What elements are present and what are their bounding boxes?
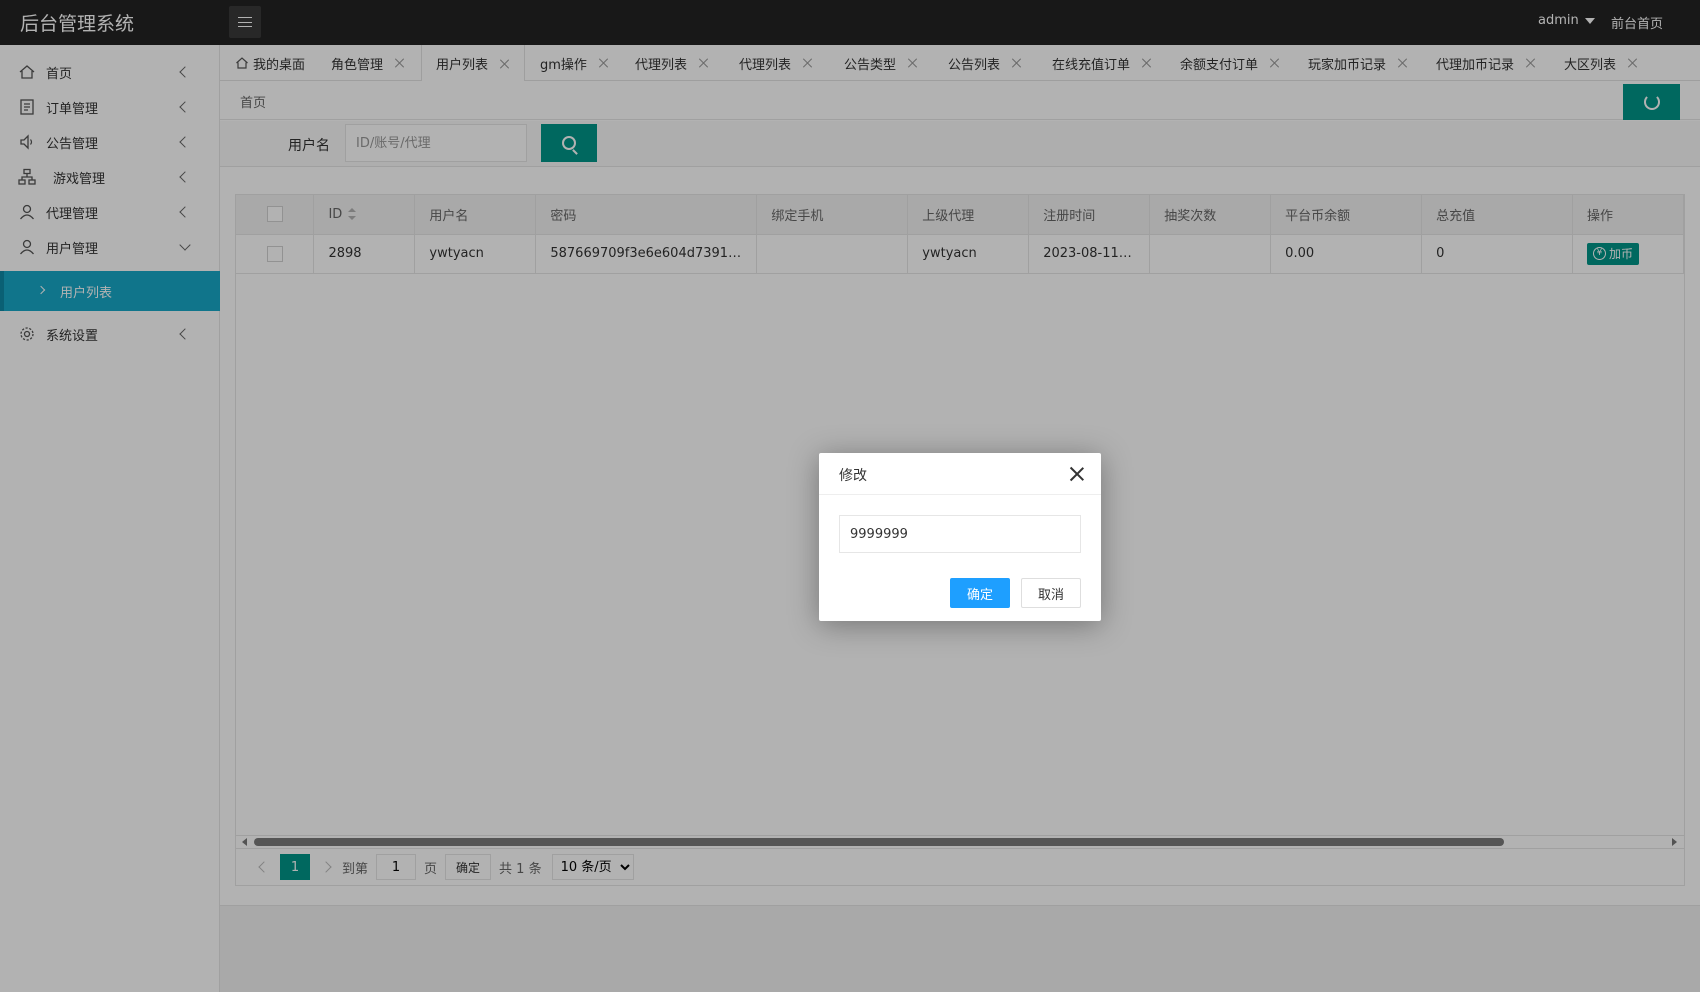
close-icon[interactable]: [1070, 467, 1084, 481]
dialog-header: 修改: [819, 453, 1101, 495]
dialog-title: 修改: [839, 468, 867, 484]
cancel-button[interactable]: 取消: [1021, 578, 1081, 608]
edit-dialog: 修改 确定 取消: [819, 453, 1101, 621]
confirm-button[interactable]: 确定: [950, 578, 1010, 608]
dialog-value-input[interactable]: [839, 515, 1081, 553]
